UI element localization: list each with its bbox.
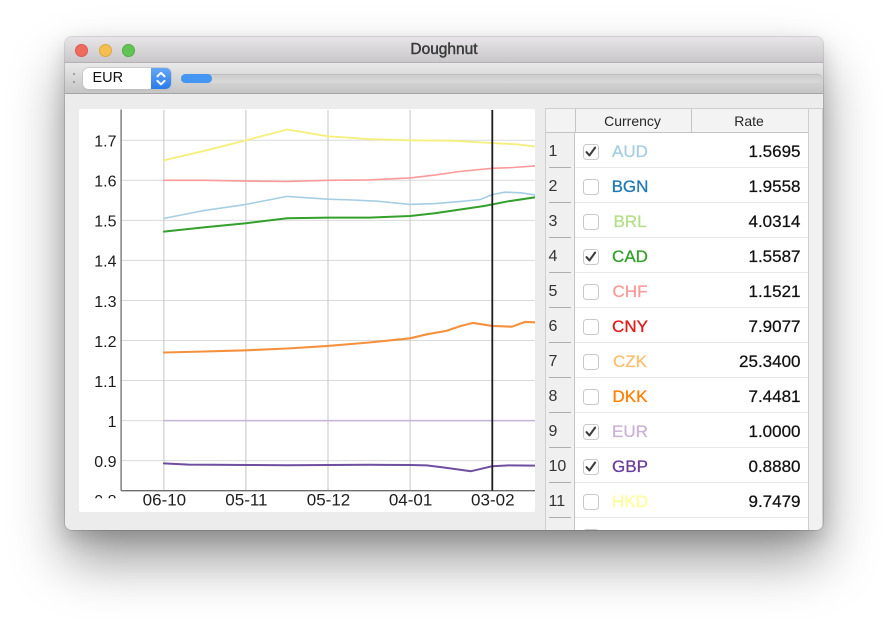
svg-text:1.2: 1.2 [94, 334, 116, 351]
svg-text:04-01: 04-01 [389, 491, 432, 510]
svg-text:1.4: 1.4 [94, 254, 116, 271]
svg-text:0.8: 0.8 [94, 493, 116, 510]
svg-text:0.9: 0.9 [94, 454, 116, 471]
svg-text:1.7: 1.7 [94, 134, 116, 151]
svg-text:1.6: 1.6 [94, 174, 116, 191]
svg-text:03-02: 03-02 [471, 491, 514, 510]
svg-text:1.1: 1.1 [94, 374, 116, 391]
svg-text:1: 1 [108, 414, 117, 431]
svg-text:1.5: 1.5 [94, 214, 116, 231]
svg-text:05-11: 05-11 [225, 491, 267, 510]
svg-text:1.3: 1.3 [94, 294, 116, 311]
svg-text:05-12: 05-12 [307, 491, 350, 510]
svg-text:06-10: 06-10 [143, 491, 186, 510]
